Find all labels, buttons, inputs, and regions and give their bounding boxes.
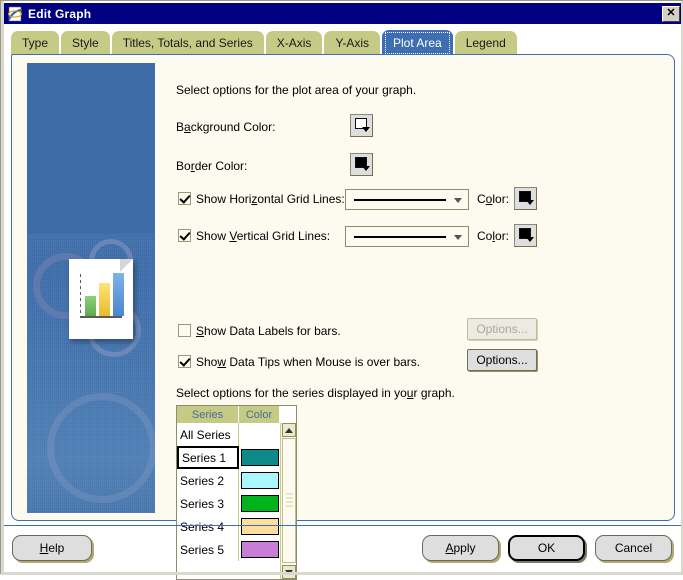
chart-bar-yellow — [99, 283, 110, 316]
vertical-grid-color-button[interactable] — [514, 224, 537, 247]
column-header-series: Series — [177, 406, 239, 423]
series-color-swatch — [241, 449, 279, 466]
button-label: Apply — [445, 541, 475, 555]
series-color-cell[interactable] — [239, 469, 280, 492]
ok-button[interactable]: OK — [508, 535, 585, 561]
series-table-header: Series Color — [177, 406, 296, 423]
decorative-side-image — [27, 63, 155, 513]
plot-area-panel: Select options for the plot area of your… — [11, 54, 675, 521]
chevron-down-icon — [362, 127, 370, 132]
chevron-down-icon — [454, 235, 462, 240]
window-title: Edit Graph — [28, 7, 662, 21]
data-labels-options-button[interactable]: Options... — [467, 318, 537, 340]
horizontal-grid-line-style-combo[interactable] — [345, 189, 469, 210]
horizontal-grid-color-label: Color: — [477, 192, 509, 206]
button-label: Help — [40, 541, 65, 555]
title-bar: Edit Graph ✕ — [3, 3, 682, 24]
tab-label: Legend — [466, 36, 506, 50]
series-color-cell[interactable] — [239, 446, 280, 469]
tab-y-axis[interactable]: Y-Axis — [324, 31, 380, 55]
document-chart-icon — [69, 259, 133, 339]
app-graph-icon — [7, 6, 23, 22]
tab-label: Titles, Totals, and Series — [123, 36, 253, 50]
chart-bar-green — [85, 296, 96, 316]
tab-plot-area[interactable]: Plot Area — [382, 30, 453, 55]
vertical-grid-color-label: Color: — [477, 229, 509, 243]
intro-text: Select options for the plot area of your… — [176, 83, 416, 97]
tab-style[interactable]: Style — [61, 31, 110, 55]
tab-label: Type — [22, 36, 48, 50]
button-label: Options... — [476, 353, 527, 367]
line-style-preview — [354, 236, 446, 238]
page-fold — [120, 259, 133, 272]
column-header-spacer — [280, 406, 296, 423]
line-style-preview — [354, 199, 446, 201]
grip-icon — [286, 493, 293, 508]
dialog-footer: Help Apply OK Cancel — [1, 528, 683, 575]
button-label: Cancel — [615, 541, 652, 555]
chart-baseline — [80, 316, 122, 318]
tab-label: Style — [72, 36, 99, 50]
column-header-color: Color — [239, 406, 280, 423]
series-name-cell: Series 1 — [177, 446, 239, 469]
series-name-cell: All Series — [177, 423, 239, 446]
help-button[interactable]: Help — [12, 535, 92, 561]
tab-legend[interactable]: Legend — [455, 31, 517, 55]
background-color-button[interactable] — [350, 114, 373, 137]
chevron-down-icon — [526, 237, 534, 242]
show-data-tips-checkbox[interactable] — [178, 355, 191, 368]
tab-label: Y-Axis — [335, 36, 369, 50]
chevron-down-icon — [362, 166, 370, 171]
tab-type[interactable]: Type — [11, 31, 59, 55]
show-vertical-grid-lines-checkbox[interactable] — [178, 229, 191, 242]
show-horizontal-grid-lines-label: Show Horizontal Grid Lines: — [196, 192, 345, 206]
series-name-cell: Series 3 — [177, 492, 239, 515]
border-color-button[interactable] — [350, 153, 373, 176]
table-row[interactable]: Series 1 — [177, 446, 296, 469]
series-color-cell[interactable] — [239, 492, 280, 515]
show-data-labels-label: Show Data Labels for bars. — [196, 324, 341, 338]
button-label: OK — [538, 541, 555, 555]
tab-titles-totals-and-series[interactable]: Titles, Totals, and Series — [112, 31, 264, 55]
footer-separator — [3, 525, 682, 526]
table-row[interactable]: All Series — [177, 423, 296, 446]
edit-graph-dialog: Edit Graph ✕ Type Style Titles, Totals, … — [0, 0, 683, 574]
vertical-grid-line-style-combo[interactable] — [345, 226, 469, 247]
border-color-label: Border Color: — [176, 159, 247, 173]
tab-x-axis[interactable]: X-Axis — [266, 31, 323, 55]
tab-label: Plot Area — [393, 36, 442, 50]
triangle-up-icon — [285, 428, 293, 433]
background-color-label: Background Color: — [176, 120, 275, 134]
scroll-up-button[interactable] — [282, 423, 296, 437]
button-label: Options... — [476, 322, 527, 336]
show-data-tips-label: Show Data Tips when Mouse is over bars. — [196, 355, 420, 369]
series-intro-text: Select options for the series displayed … — [176, 386, 455, 400]
series-color-swatch — [241, 495, 279, 512]
cancel-button[interactable]: Cancel — [595, 535, 672, 561]
series-name-cell: Series 2 — [177, 469, 239, 492]
chevron-down-icon — [526, 200, 534, 205]
data-tips-options-button[interactable]: Options... — [467, 349, 537, 371]
close-icon[interactable]: ✕ — [662, 6, 680, 22]
table-row[interactable]: Series 3 — [177, 492, 296, 515]
tab-label: X-Axis — [277, 36, 312, 50]
chart-axis — [80, 274, 81, 316]
horizontal-grid-color-button[interactable] — [514, 187, 537, 210]
ring-watermark-icon — [47, 393, 155, 503]
series-color-cell[interactable] — [239, 423, 280, 446]
series-color-swatch — [241, 472, 279, 489]
tab-strip: Type Style Titles, Totals, and Series X-… — [11, 30, 676, 55]
apply-button[interactable]: Apply — [422, 535, 499, 561]
show-data-labels-checkbox[interactable] — [178, 324, 191, 337]
show-horizontal-grid-lines-checkbox[interactable] — [178, 192, 191, 205]
chevron-down-icon — [454, 198, 462, 203]
show-vertical-grid-lines-label: Show Vertical Grid Lines: — [196, 229, 330, 243]
table-row[interactable]: Series 2 — [177, 469, 296, 492]
chart-bar-blue — [113, 273, 124, 316]
